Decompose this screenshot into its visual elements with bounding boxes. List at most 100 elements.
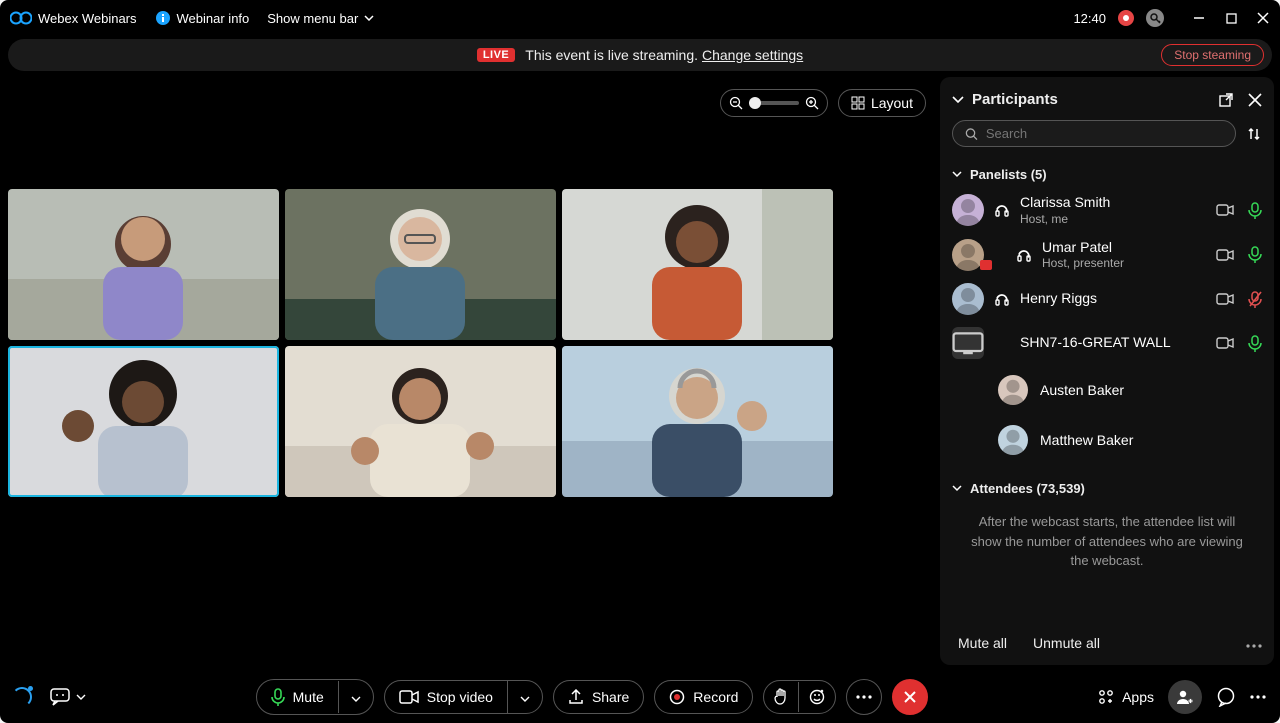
video-tile[interactable] [285, 346, 556, 497]
raise-hand-button[interactable] [764, 681, 798, 713]
apps-button[interactable]: Apps [1098, 689, 1154, 705]
popout-icon[interactable] [1218, 92, 1234, 108]
webinar-info-button[interactable]: Webinar info [155, 10, 250, 26]
camera-icon [1216, 293, 1234, 305]
camera-icon [1216, 249, 1234, 261]
emoji-icon [809, 689, 825, 705]
participants-button[interactable] [1168, 680, 1202, 714]
unmute-all-button[interactable]: Unmute all [1033, 635, 1100, 651]
panel-more-button[interactable] [1246, 635, 1262, 651]
microphone-icon [271, 688, 285, 706]
mute-button[interactable]: Mute [256, 679, 374, 715]
mute-label: Mute [293, 689, 324, 705]
mute-all-button[interactable]: Mute all [958, 635, 1007, 651]
video-caret[interactable] [507, 681, 542, 713]
change-settings-link[interactable]: Change settings [702, 47, 803, 63]
participant-row[interactable]: Clarissa SmithHost, me [940, 188, 1274, 233]
search-input[interactable] [986, 126, 1223, 141]
bottom-toolbar: Mute Stop video Share Record [0, 671, 1280, 723]
attendees-title: Attendees (73,539) [970, 481, 1085, 496]
chevron-down-icon[interactable] [952, 96, 964, 104]
live-text: This event is live streaming. [525, 47, 698, 63]
participant-row[interactable]: SHN7-16-GREAT WALL [940, 321, 1274, 365]
avatar [998, 425, 1028, 455]
microphone-icon [1248, 246, 1262, 263]
key-icon [1150, 13, 1161, 24]
minimize-button[interactable] [1192, 11, 1206, 25]
participants-icon [1176, 689, 1194, 705]
camera-icon [399, 690, 419, 704]
stop-video-button[interactable]: Stop video [384, 680, 543, 714]
titlebar: Webex Webinars Webinar info Show menu ba… [0, 0, 1280, 36]
microphone-icon [1248, 291, 1262, 308]
zoom-in-icon [805, 96, 819, 110]
sort-icon[interactable] [1246, 126, 1262, 142]
zoom-slider[interactable] [749, 101, 799, 105]
video-tile[interactable] [562, 189, 833, 340]
mute-caret[interactable] [338, 681, 373, 713]
layout-button[interactable]: Layout [838, 89, 926, 117]
device-icon [952, 327, 984, 359]
zoom-control[interactable] [720, 89, 828, 117]
panelists-section-header[interactable]: Panelists (5) [940, 157, 1274, 188]
end-call-button[interactable] [892, 679, 928, 715]
panelists-title: Panelists (5) [970, 167, 1047, 182]
stop-streaming-button[interactable]: Stop steaming [1161, 44, 1264, 66]
participant-name: Henry Riggs [1020, 290, 1206, 308]
lock-button[interactable] [1146, 9, 1164, 27]
more-options-button[interactable] [846, 679, 882, 715]
record-icon [669, 689, 685, 705]
hand-icon [774, 688, 788, 706]
record-button[interactable]: Record [654, 680, 753, 714]
emoji-button[interactable] [798, 682, 835, 712]
participant-name: Matthew Baker [1040, 432, 1133, 448]
zoom-out-icon [729, 96, 743, 110]
chevron-down-icon [952, 485, 962, 492]
grid-icon [851, 96, 865, 110]
participant-row[interactable]: Matthew Baker [940, 415, 1274, 465]
search-input-wrapper[interactable] [952, 120, 1236, 147]
stop-video-label: Stop video [427, 689, 493, 705]
recording-indicator[interactable] [1118, 10, 1134, 26]
participant-role: Host, me [1020, 212, 1206, 227]
more-icon [856, 695, 872, 699]
close-button[interactable] [1256, 11, 1270, 25]
participant-role: Host, presenter [1042, 256, 1206, 271]
reactions-button[interactable] [50, 688, 86, 706]
chevron-down-icon [76, 694, 86, 700]
participant-name: Austen Baker [1040, 382, 1124, 398]
video-tile[interactable] [8, 346, 279, 497]
attendees-section-header[interactable]: Attendees (73,539) [940, 471, 1274, 502]
participant-name: SHN7-16-GREAT WALL [1020, 334, 1206, 352]
apps-icon [1098, 689, 1114, 705]
layout-label: Layout [871, 95, 913, 111]
chat-icon[interactable] [1216, 687, 1236, 707]
camera-icon [1216, 337, 1234, 349]
panel-title: Participants [972, 91, 1210, 108]
headset-icon [994, 202, 1010, 218]
chevron-down-icon [364, 15, 374, 21]
participant-row[interactable]: Henry Riggs [940, 277, 1274, 321]
maximize-button[interactable] [1224, 11, 1238, 25]
connection-spinner [12, 687, 32, 707]
show-menu-bar-button[interactable]: Show menu bar [267, 11, 374, 26]
apps-label: Apps [1122, 689, 1154, 705]
participant-row[interactable]: Austen Baker [940, 365, 1274, 415]
video-tile[interactable] [8, 189, 279, 340]
headset-icon [994, 291, 1010, 307]
info-icon [155, 10, 171, 26]
participant-row[interactable]: Umar PatelHost, presenter [940, 233, 1274, 278]
menu-label: Show menu bar [267, 11, 358, 26]
share-label: Share [592, 689, 629, 705]
share-button[interactable]: Share [553, 680, 644, 714]
video-tile[interactable] [562, 346, 833, 497]
participants-panel: Participants Panelists (5) Clarissa Smit… [940, 77, 1274, 665]
panel-more-icon[interactable] [1250, 695, 1266, 699]
main-video-area: Layout [0, 71, 940, 671]
video-grid [8, 189, 834, 497]
live-badge: LIVE [477, 48, 515, 62]
video-tile[interactable] [285, 189, 556, 340]
close-panel-icon[interactable] [1248, 93, 1262, 107]
app-title[interactable]: Webex Webinars [10, 11, 137, 26]
app-title-text: Webex Webinars [38, 11, 137, 26]
